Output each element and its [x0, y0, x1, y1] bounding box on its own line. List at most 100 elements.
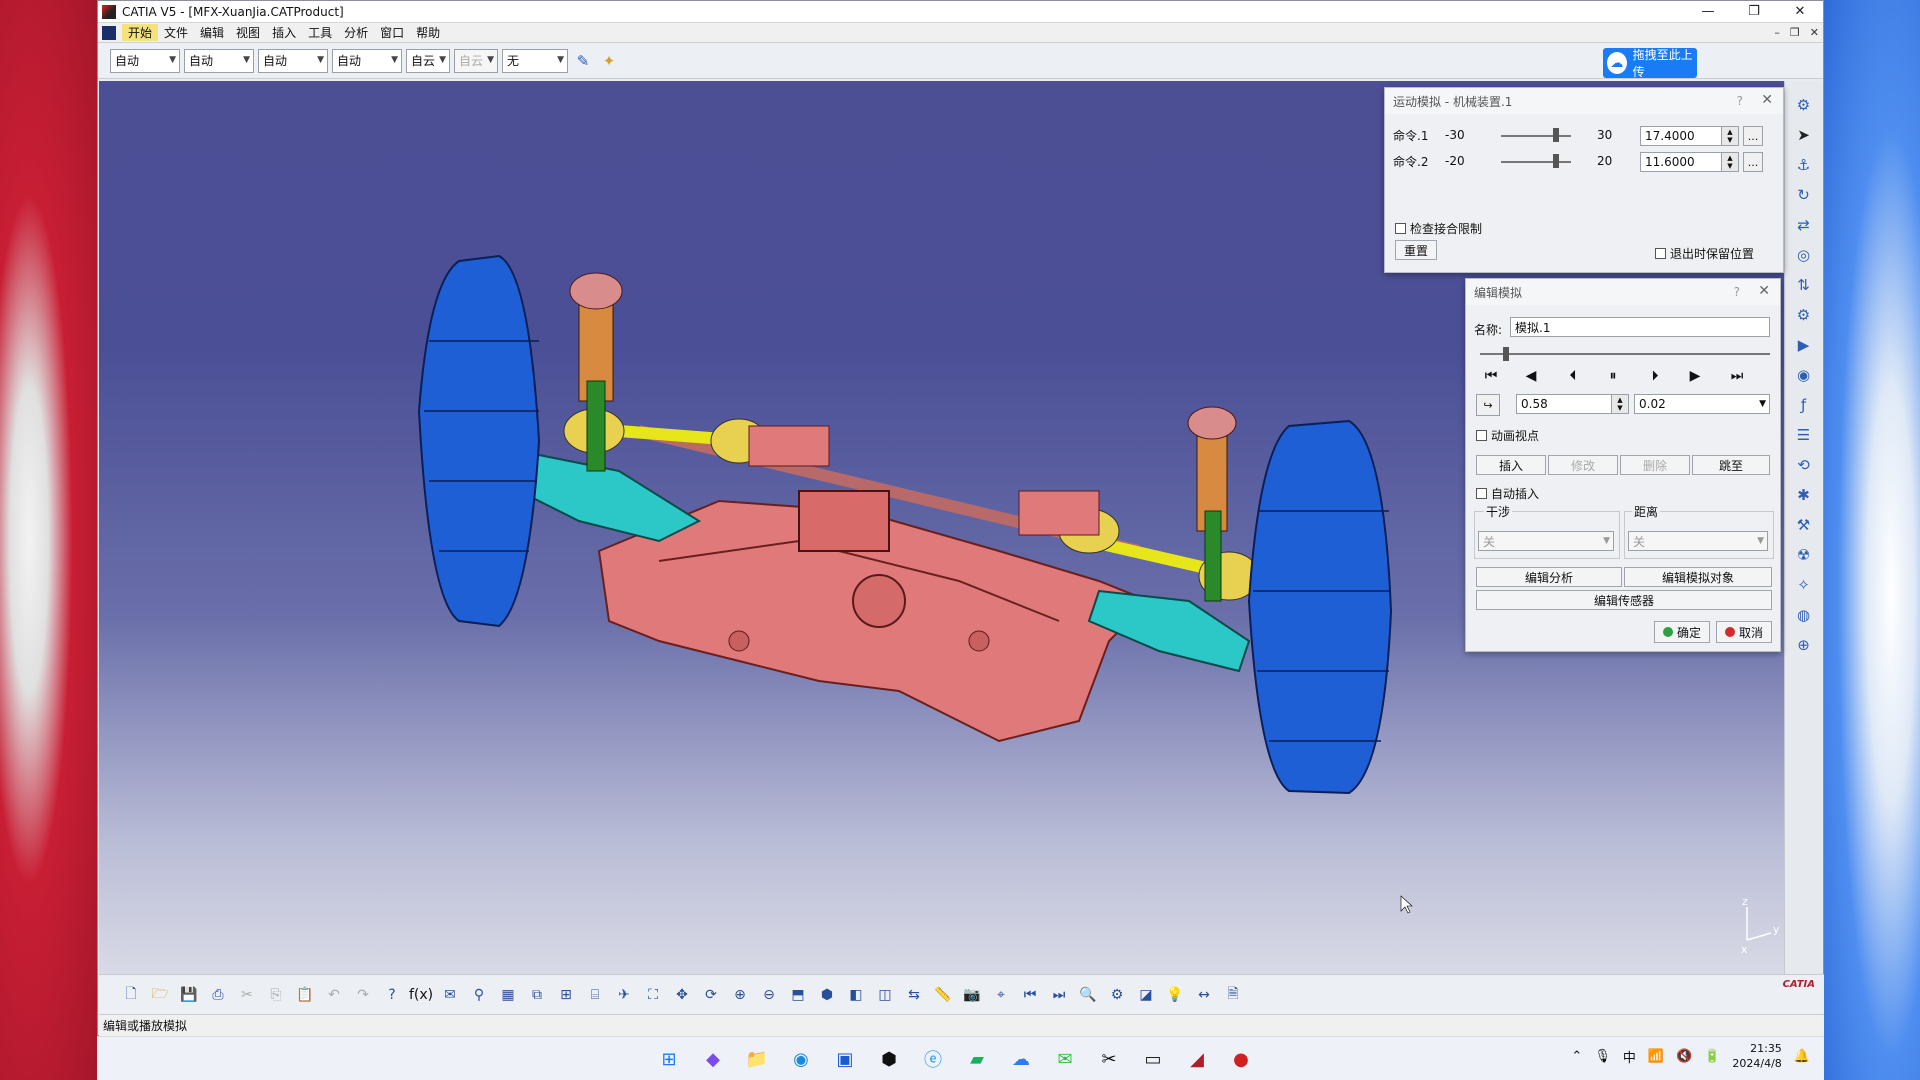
- command-2-spinner[interactable]: ▲ ▼: [1721, 152, 1739, 172]
- store-icon[interactable]: ▣: [831, 1045, 859, 1073]
- layer-combo[interactable]: 无 ▼: [502, 48, 568, 73]
- command-1-more-button[interactable]: ...: [1743, 126, 1763, 146]
- trace-icon[interactable]: ✧: [1792, 573, 1816, 597]
- name-field[interactable]: 模拟.1: [1510, 317, 1770, 337]
- tree-icon[interactable]: ⌸: [583, 983, 607, 1007]
- menu-window[interactable]: 窗口: [374, 24, 410, 41]
- replay-icon[interactable]: ⟲: [1792, 453, 1816, 477]
- new-file-icon[interactable]: 🗋: [119, 983, 143, 1007]
- prismatic-joint-icon[interactable]: ⇄: [1792, 213, 1816, 237]
- formula-icon[interactable]: f(x): [409, 983, 433, 1007]
- comment-icon[interactable]: ✉: [438, 983, 462, 1007]
- jump-to-start-icon[interactable]: ⏮: [1476, 363, 1506, 389]
- step-spinner[interactable]: ▲ ▼: [1611, 394, 1629, 414]
- cancel-button[interactable]: 取消: [1716, 621, 1772, 643]
- line-weight-combo[interactable]: 自动 ▼: [258, 48, 328, 73]
- wifi-icon[interactable]: 📶: [1648, 1049, 1664, 1064]
- menu-help[interactable]: 帮助: [410, 24, 446, 41]
- terminal-icon[interactable]: ▭: [1139, 1045, 1167, 1073]
- report-icon[interactable]: 🗎: [1221, 983, 1245, 1007]
- zoom-out-icon[interactable]: ⊖: [757, 983, 781, 1007]
- paste-icon[interactable]: 📋: [293, 983, 317, 1007]
- green-app-icon[interactable]: ▰: [963, 1045, 991, 1073]
- start-icon[interactable]: ⊞: [655, 1045, 683, 1073]
- menu-edit[interactable]: 编辑: [194, 24, 230, 41]
- command-slider[interactable]: [1501, 161, 1571, 163]
- catia-taskbar-icon[interactable]: ◢: [1183, 1045, 1211, 1073]
- auto-insert[interactable]: 自动插入: [1476, 485, 1539, 502]
- edit-analysis-button[interactable]: 编辑分析: [1476, 567, 1622, 587]
- command-2-more-button[interactable]: ...: [1743, 152, 1763, 172]
- edit-sensors-button[interactable]: 编辑传感器: [1476, 590, 1772, 610]
- checkbox[interactable]: [1395, 223, 1406, 234]
- previous-icon[interactable]: ⏮: [1018, 983, 1042, 1007]
- menu-start[interactable]: 开始: [122, 24, 159, 41]
- distance-combo[interactable]: 关 ▼: [1628, 531, 1768, 551]
- line-type-combo[interactable]: 自动 ▼: [332, 48, 402, 73]
- revolute-joint-icon[interactable]: ↻: [1792, 183, 1816, 207]
- swap-space-icon[interactable]: ⇆: [902, 983, 926, 1007]
- menu-analysis[interactable]: 分析: [338, 24, 374, 41]
- compass-axes[interactable]: z y x: [1741, 895, 1780, 956]
- ok-button[interactable]: 确定: [1654, 621, 1710, 643]
- menu-view[interactable]: 视图: [230, 24, 266, 41]
- volume-muted-icon[interactable]: 🔇: [1676, 1049, 1692, 1064]
- mechanism-analysis-icon[interactable]: ⊕: [1792, 633, 1816, 657]
- simulation-icon[interactable]: ▶: [1792, 333, 1816, 357]
- command-slider[interactable]: [1501, 135, 1571, 137]
- clash-icon[interactable]: ✱: [1792, 483, 1816, 507]
- close-icon[interactable]: ✕: [1758, 283, 1770, 299]
- app-cube-icon[interactable]: ⬢: [875, 1045, 903, 1073]
- interval-combo[interactable]: 0.02 ▼: [1634, 394, 1770, 414]
- menu-insert[interactable]: 插入: [266, 24, 302, 41]
- select-arrow-icon[interactable]: ➤: [1792, 123, 1816, 147]
- measure-icon[interactable]: 📏: [931, 983, 955, 1007]
- minimize-button[interactable]: —: [1685, 1, 1731, 23]
- slider-thumb[interactable]: [1553, 128, 1560, 142]
- distance-icon[interactable]: ↔: [1192, 983, 1216, 1007]
- step-field[interactable]: 0.58: [1516, 394, 1612, 414]
- save-icon[interactable]: 💾: [177, 983, 201, 1007]
- color-combo[interactable]: 自动 ▼: [110, 48, 180, 73]
- paint-brush-icon[interactable]: ✎: [572, 50, 594, 72]
- checkbox[interactable]: [1476, 488, 1487, 499]
- check-joint-limits[interactable]: 检查接合限制: [1395, 220, 1482, 237]
- screw-joint-icon[interactable]: ⇅: [1792, 273, 1816, 297]
- edit-simulation-objects-button[interactable]: 编辑模拟对象: [1624, 567, 1772, 587]
- menu-file[interactable]: 文件: [158, 24, 194, 41]
- gear-joint-icon[interactable]: ⚙: [1792, 303, 1816, 327]
- tools-icon[interactable]: ⚒: [1792, 513, 1816, 537]
- transparency-combo[interactable]: 自动 ▼: [184, 48, 254, 73]
- slider-thumb[interactable]: [1553, 154, 1560, 168]
- table-icon[interactable]: ▦: [496, 983, 520, 1007]
- paint-copy-icon[interactable]: ✦: [598, 50, 620, 72]
- fly-mode-icon[interactable]: ✈: [612, 983, 636, 1007]
- cylindrical-joint-icon[interactable]: ◎: [1792, 243, 1816, 267]
- step-forward-icon[interactable]: ⏵: [1640, 363, 1670, 389]
- pan-icon[interactable]: ✥: [670, 983, 694, 1007]
- command-1-spinner[interactable]: ▲ ▼: [1721, 126, 1739, 146]
- help-icon[interactable]: ?: [1734, 285, 1740, 299]
- help-icon[interactable]: ?: [1737, 94, 1743, 108]
- light-icon[interactable]: 💡: [1163, 983, 1187, 1007]
- command-1-value[interactable]: 17.4000: [1640, 126, 1722, 146]
- wechat-icon[interactable]: ✉: [1051, 1045, 1079, 1073]
- keep-position-on-exit[interactable]: 退出时保留位置: [1655, 245, 1754, 262]
- catia-menu-icon[interactable]: [102, 25, 116, 40]
- knowledge-icon[interactable]: ⚲: [467, 983, 491, 1007]
- file-explorer-icon[interactable]: 📁: [743, 1045, 771, 1073]
- edge-browser-icon[interactable]: ◉: [787, 1045, 815, 1073]
- reset-button[interactable]: 重置: [1395, 240, 1437, 260]
- undo-icon[interactable]: ↶: [322, 983, 346, 1007]
- sequence-icon[interactable]: ☰: [1792, 423, 1816, 447]
- baidu-netdisk-icon[interactable]: ☁: [1007, 1045, 1035, 1073]
- jump-to-button[interactable]: 跳至: [1692, 455, 1770, 475]
- iso-view-icon[interactable]: ⬢: [815, 983, 839, 1007]
- delete-button[interactable]: 删除: [1620, 455, 1690, 475]
- chevron-up-icon[interactable]: ⌃: [1571, 1049, 1582, 1064]
- checkbox[interactable]: [1655, 248, 1666, 259]
- compass-icon[interactable]: ⌖: [989, 983, 1013, 1007]
- point-type-combo[interactable]: 自云 ▼: [406, 48, 450, 73]
- layout-icon[interactable]: ⊞: [554, 983, 578, 1007]
- modify-button[interactable]: 修改: [1548, 455, 1618, 475]
